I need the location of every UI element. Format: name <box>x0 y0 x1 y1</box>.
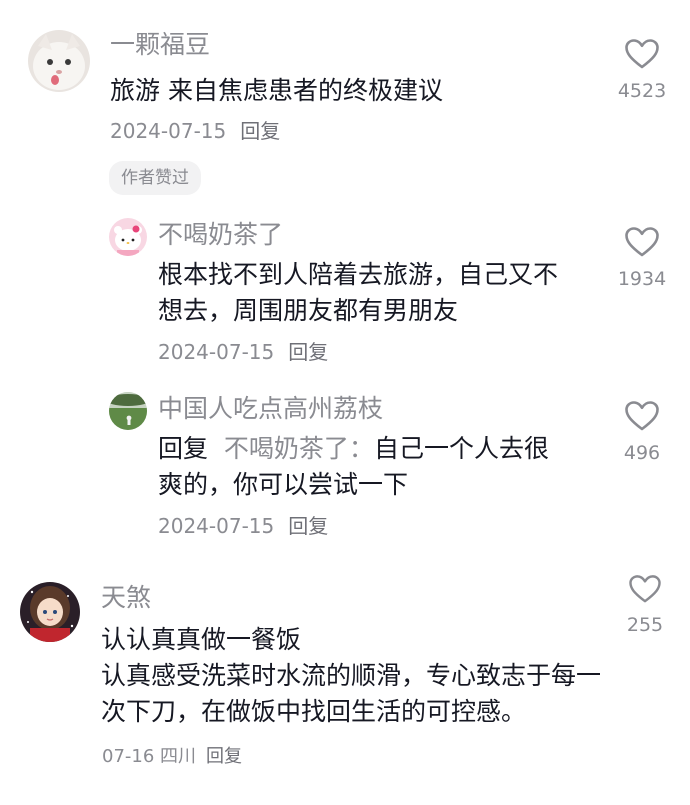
comment-line: 回复 不喝奶茶了：自己一个人去很 <box>158 431 549 467</box>
anime-girl-avatar-icon <box>20 582 80 642</box>
avatar[interactable] <box>109 218 147 256</box>
grass-field-avatar-icon <box>109 392 147 430</box>
reply-button[interactable]: 回复 <box>206 746 242 767</box>
like-count: 1934 <box>617 268 667 290</box>
like-button[interactable]: 1934 <box>607 226 677 290</box>
comment-text-part: 自己一个人去很 <box>373 434 549 463</box>
comment-line: 次下刀，在做饭中找回生活的可控感。 <box>101 697 527 726</box>
comment-meta: 2024-07-15 回复 <box>110 118 280 144</box>
heart-icon <box>625 39 659 69</box>
white-cat-avatar-icon <box>28 30 90 92</box>
comment-line: 认真感受洗菜时水流的顺滑，专心致志于每一 <box>101 661 602 690</box>
heart-icon <box>629 575 661 603</box>
like-count: 4523 <box>617 80 667 102</box>
like-button[interactable]: 4523 <box>607 38 677 102</box>
comment-date: 2024-07-15 <box>158 340 275 364</box>
username[interactable]: 一颗福豆 <box>110 30 210 60</box>
comment-meta: 07-16 四川 回复 <box>102 744 242 770</box>
avatar[interactable] <box>28 30 90 92</box>
comment-line: 旅游 来自焦虑患者的终极建议 <box>110 76 443 105</box>
reply-button[interactable]: 回复 <box>288 514 328 538</box>
like-count: 496 <box>623 442 661 464</box>
like-button[interactable]: 255 <box>610 574 680 636</box>
reply-button[interactable]: 回复 <box>240 119 280 143</box>
reply-button[interactable]: 回复 <box>288 340 328 364</box>
author-liked-badge: 作者赞过 <box>109 161 201 195</box>
comment-text: 回复 不喝奶茶了：自己一个人去很 爽的，你可以尝试一下 <box>158 431 549 503</box>
comment-line: 认认真真做一餐饭 <box>101 625 302 654</box>
comment-meta: 2024-07-15 回复 <box>158 339 328 365</box>
comment-line: 爽的，你可以尝试一下 <box>158 470 409 499</box>
heart-icon <box>625 401 659 431</box>
comment-line: 根本找不到人陪着去旅游，自己又不 <box>158 260 559 289</box>
avatar[interactable] <box>109 392 147 430</box>
comment-date: 07-16 <box>102 746 155 767</box>
comment-text: 旅游 来自焦虑患者的终极建议 <box>110 73 443 109</box>
comment-date: 2024-07-15 <box>110 119 227 143</box>
reply-target-username[interactable]: 不喝奶茶了： <box>224 434 374 463</box>
avatar[interactable] <box>20 582 80 642</box>
hello-kitty-avatar-icon <box>109 218 147 256</box>
username[interactable]: 天煞 <box>101 583 151 613</box>
like-count: 255 <box>626 614 664 636</box>
username[interactable]: 不喝奶茶了 <box>158 220 283 250</box>
comment-meta: 2024-07-15 回复 <box>158 513 328 539</box>
heart-icon <box>625 227 659 257</box>
reply-prefix: 回复 <box>158 434 209 463</box>
like-button[interactable]: 496 <box>607 400 677 464</box>
comment-line: 想去，周围朋友都有男朋友 <box>158 296 459 325</box>
comment-location: 四川 <box>160 746 197 767</box>
comment-text: 认认真真做一餐饭 认真感受洗菜时水流的顺滑，专心致志于每一 次下刀，在做饭中找回… <box>101 622 601 730</box>
username[interactable]: 中国人吃点高州荔枝 <box>158 394 383 424</box>
comment-date: 2024-07-15 <box>158 514 275 538</box>
comment-text: 根本找不到人陪着去旅游，自己又不 想去，周围朋友都有男朋友 <box>158 257 558 329</box>
